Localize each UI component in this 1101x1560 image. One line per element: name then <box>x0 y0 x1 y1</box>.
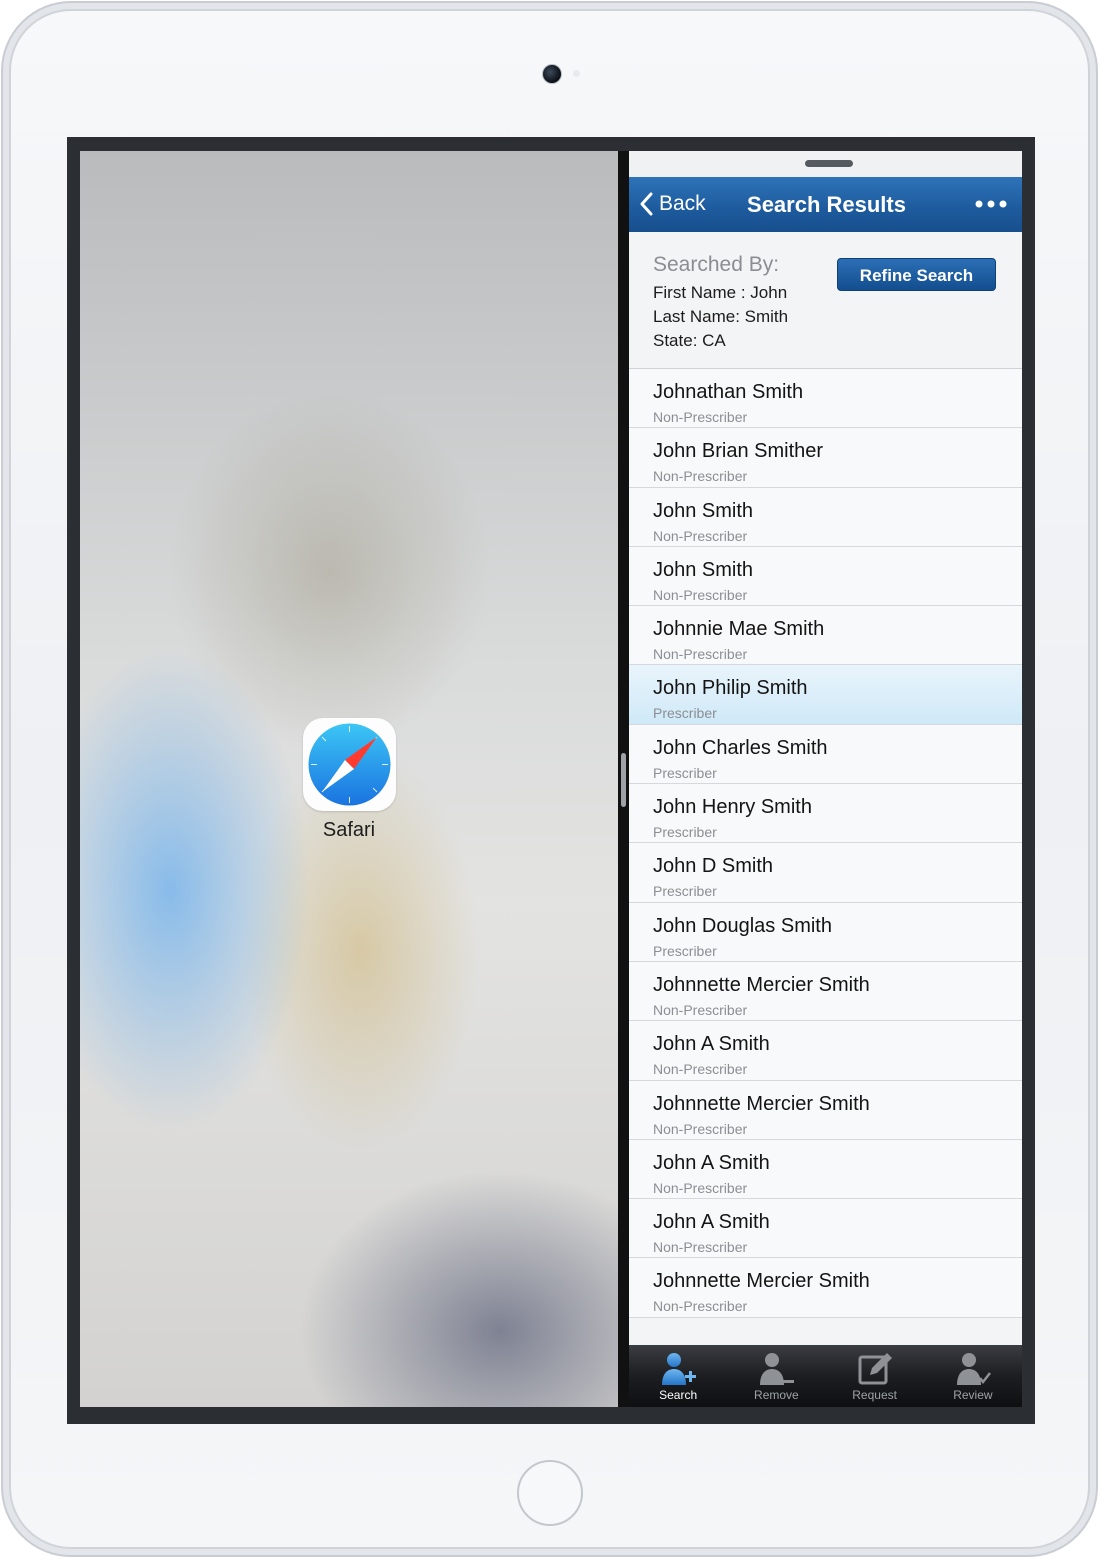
result-name: John Smith <box>653 499 754 522</box>
result-name: John Douglas Smith <box>653 914 832 937</box>
result-name: John A Smith <box>653 1033 770 1056</box>
tab-review-label: Review <box>953 1388 993 1402</box>
home-button[interactable] <box>517 1460 583 1526</box>
result-type: Non-Prescriber <box>653 1001 748 1018</box>
user-remove-icon <box>760 1353 795 1385</box>
results-list: Johnathan Smith Non-Prescriber John Brian … <box>629 369 1022 1318</box>
edit-icon <box>858 1353 892 1385</box>
user-add-icon <box>662 1353 697 1385</box>
tab-request-label: Request <box>852 1388 897 1402</box>
tab-request[interactable]: Request <box>826 1345 924 1407</box>
grabber-handle[interactable] <box>805 160 853 167</box>
result-row[interactable]: John Brian Smither Non-Prescriber <box>629 428 1022 488</box>
result-row[interactable]: Johnnette Mercier Smith Non-Prescriber <box>629 1258 1022 1318</box>
result-type: Non-Prescriber <box>653 1179 748 1196</box>
result-type: Prescriber <box>653 705 717 722</box>
result-type: Prescriber <box>653 824 717 841</box>
result-row[interactable]: John D Smith Prescriber <box>629 843 1022 903</box>
result-name: Johnnie Mae Smith <box>653 618 825 641</box>
result-row[interactable]: John A Smith Non-Prescriber <box>629 1139 1022 1200</box>
camera-sensor <box>573 70 580 77</box>
result-row[interactable]: John A Smith Non-Prescriber <box>629 1199 1022 1259</box>
result-name: Johnnette Mercier Smith <box>653 1092 870 1115</box>
split-view-left-pane: Safari <box>80 151 618 1407</box>
result-type: Non-Prescriber <box>653 1061 748 1078</box>
criteria-state: State: CA <box>653 331 726 350</box>
result-name: Johnnette Mercier Smith <box>653 973 870 996</box>
result-name: John Smith <box>653 558 754 581</box>
tab-review[interactable]: Review <box>924 1345 1022 1407</box>
tab-search[interactable]: Search <box>629 1345 727 1407</box>
slide-over-grabber-bar[interactable] <box>629 151 1022 177</box>
criteria-first-name: First Name : John <box>653 283 788 302</box>
result-row[interactable]: John A Smith Non-Prescriber <box>629 1021 1022 1081</box>
split-view-right-pane: Back Search Results Searched By: First N… <box>629 151 1022 1407</box>
result-row[interactable]: John Philip Smith Prescriber <box>629 665 1022 725</box>
result-name: John Charles Smith <box>653 736 828 759</box>
result-row[interactable]: John Henry Smith Prescriber <box>629 784 1022 844</box>
result-type: Non-Prescriber <box>653 409 748 425</box>
result-name: John A Smith <box>653 1211 770 1234</box>
tab-remove[interactable]: Remove <box>727 1345 825 1407</box>
result-type: Non-Prescriber <box>653 1239 748 1256</box>
refine-search-button[interactable]: Refine Search <box>837 258 996 291</box>
screen: Safari Back Search Results Searched By: <box>80 151 1022 1407</box>
split-view-divider-handle[interactable] <box>621 753 626 807</box>
result-type: Non-Prescriber <box>653 646 748 663</box>
back-button[interactable]: Back <box>639 187 706 221</box>
back-button-label: Back <box>659 192 706 215</box>
result-row[interactable]: Johnnie Mae Smith Non-Prescriber <box>629 606 1022 666</box>
tab-bar: Search Remove Request Review <box>629 1345 1022 1407</box>
chevron-left-icon <box>640 192 653 216</box>
result-row[interactable]: John Smith Non-Prescriber <box>629 546 1022 607</box>
front-camera <box>542 64 562 84</box>
result-type: Non-Prescriber <box>653 527 748 544</box>
safari-compass-icon <box>308 723 391 806</box>
result-type: Non-Prescriber <box>653 586 748 603</box>
safari-app-icon[interactable] <box>303 718 396 811</box>
search-criteria: First Name : John Last Name: Smith State… <box>653 281 788 353</box>
result-type: Non-Prescriber <box>653 1298 748 1315</box>
searched-by-heading: Searched By: <box>653 253 780 276</box>
result-row[interactable]: John Charles Smith Prescriber <box>629 724 1022 785</box>
tab-remove-label: Remove <box>754 1388 799 1402</box>
result-type: Prescriber <box>653 764 717 781</box>
result-type: Prescriber <box>653 883 717 900</box>
result-name: John Philip Smith <box>653 677 808 700</box>
result-row[interactable]: John Douglas Smith Prescriber <box>629 902 1022 962</box>
search-summary: Searched By: First Name : John Last Name… <box>629 232 1022 369</box>
result-type: Prescriber <box>653 942 717 959</box>
result-name: John D Smith <box>653 855 774 878</box>
result-row[interactable]: Johnnette Mercier Smith Non-Prescriber <box>629 1080 1022 1140</box>
user-check-icon <box>956 1353 991 1385</box>
result-row[interactable]: Johnathan Smith Non-Prescriber <box>629 369 1022 429</box>
criteria-last-name: Last Name: Smith <box>653 307 789 326</box>
tab-search-label: Search <box>659 1388 698 1402</box>
result-name: John A Smith <box>653 1151 770 1174</box>
navigation-bar: Back Search Results <box>629 177 1022 232</box>
more-options-icon[interactable] <box>974 195 1008 213</box>
result-name: John Henry Smith <box>653 796 812 819</box>
result-name: Johnnette Mercier Smith <box>653 1270 870 1293</box>
safari-app-label: Safari <box>322 819 376 841</box>
page-title: Search Results <box>747 192 906 217</box>
result-name: John Brian Smither <box>653 440 824 463</box>
result-row[interactable]: Johnnette Mercier Smith Non-Prescriber <box>629 961 1022 1022</box>
result-name: Johnathan Smith <box>653 381 804 403</box>
result-type: Non-Prescriber <box>653 468 748 485</box>
result-row[interactable]: John Smith Non-Prescriber <box>629 487 1022 547</box>
result-type: Non-Prescriber <box>653 1120 748 1137</box>
